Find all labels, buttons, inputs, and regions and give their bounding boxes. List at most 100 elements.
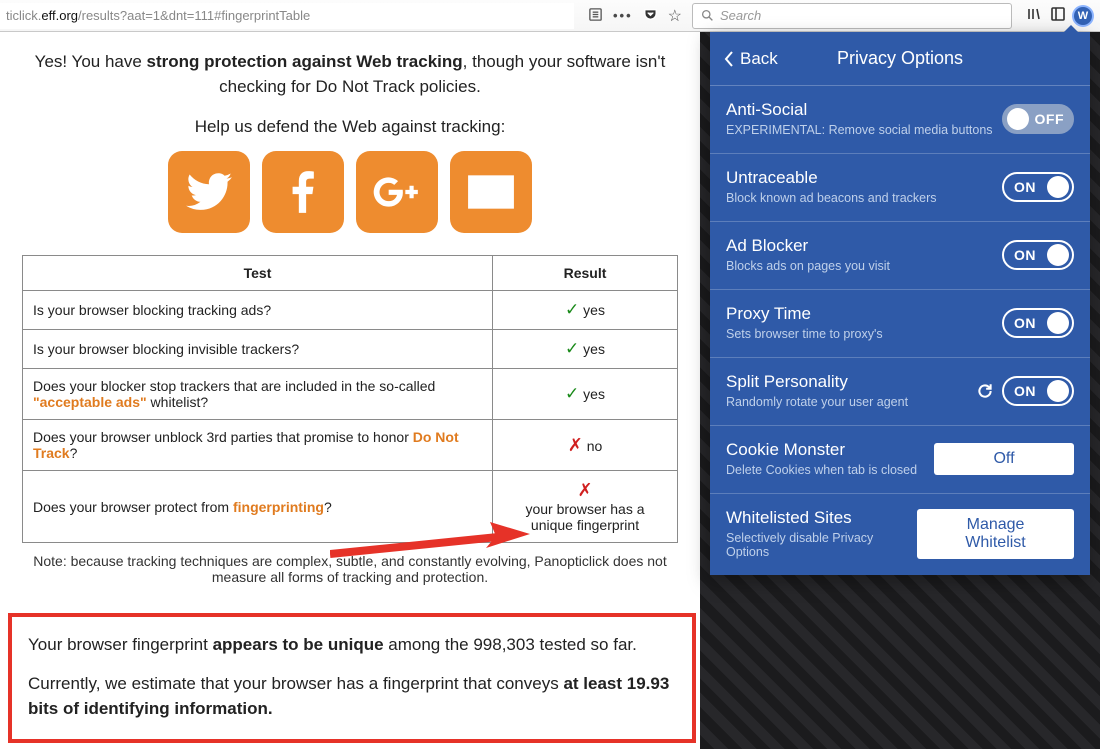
- panel-button[interactable]: Off: [934, 443, 1074, 475]
- result-cell: ✗ your browser has a unique fingerprint: [493, 471, 678, 543]
- result-cell: ✓ yes: [493, 330, 678, 369]
- share-twitter[interactable]: [168, 151, 250, 233]
- result-cell: ✓ yes: [493, 369, 678, 420]
- test-cell: Is your browser blocking invisible track…: [23, 330, 493, 369]
- panel-row-title: Untraceable: [726, 168, 937, 188]
- panel-row-text: Whitelisted Sites Selectively disable Pri…: [726, 508, 917, 559]
- panel-row-text: Untraceable Block known ad beacons and tr…: [726, 168, 937, 205]
- check-icon: ✓: [565, 300, 579, 319]
- panel-back-label: Back: [740, 49, 778, 69]
- toolbar-right: W: [1018, 6, 1100, 25]
- callout-1a: Your browser fingerprint: [28, 635, 213, 654]
- pocket-icon[interactable]: [643, 7, 658, 25]
- page-actions-icon[interactable]: •••: [613, 8, 633, 23]
- bookmark-star-icon[interactable]: ☆: [668, 6, 682, 26]
- results-table: Test Result Is your browser blocking tra…: [22, 255, 678, 543]
- url-bar[interactable]: ticlick.eff.org/results?aat=1&dnt=111#fi…: [0, 3, 574, 29]
- page-content: Yes! You have strong protection against …: [0, 32, 700, 743]
- callout-1b: appears to be unique: [213, 635, 384, 654]
- headline-pre: Yes! You have: [35, 52, 147, 71]
- panel-row-desc: Selectively disable Privacy Options: [726, 531, 917, 559]
- panel-button[interactable]: Manage Whitelist: [917, 509, 1074, 559]
- panel-back-button[interactable]: Back: [724, 32, 778, 85]
- toggle-knob: [1047, 176, 1069, 198]
- panel-header: Back Privacy Options: [710, 32, 1090, 86]
- callout-2a: Currently, we estimate that your browser…: [28, 674, 563, 693]
- results-note: Note: because tracking techniques are co…: [20, 553, 680, 585]
- browser-toolbar: ticlick.eff.org/results?aat=1&dnt=111#fi…: [0, 0, 1100, 32]
- search-icon: [701, 9, 714, 22]
- search-placeholder: Search: [720, 8, 761, 23]
- headline-bold: strong protection against Web tracking: [147, 52, 463, 71]
- panel-row-desc: EXPERIMENTAL: Remove social media button…: [726, 123, 993, 137]
- panel-row: Ad Blocker Blocks ads on pages you visit O…: [710, 222, 1090, 290]
- results-th-result: Result: [493, 256, 678, 291]
- share-googleplus[interactable]: [356, 151, 438, 233]
- toggle[interactable]: ON: [1002, 172, 1074, 202]
- share-row: [0, 151, 700, 233]
- panel-row-text: Proxy TimeSets browser time to proxy's: [726, 304, 883, 341]
- refresh-icon[interactable]: [976, 382, 994, 400]
- help-line: Help us defend the Web against tracking:: [0, 117, 700, 137]
- panel-row: Split Personality Randomly rotate your us…: [710, 358, 1090, 426]
- panel-row-text: Anti-Social EXPERIMENTAL: Remove social m…: [726, 100, 993, 137]
- panel-row-title: Split Personality: [726, 372, 908, 392]
- panel-row-desc: Blocks ads on pages you visit: [726, 259, 890, 273]
- search-bar[interactable]: Search: [692, 3, 1012, 29]
- toggle-knob: [1047, 244, 1069, 266]
- toggle-label: OFF: [1035, 111, 1065, 127]
- panel-row: Untraceable Block known ad beacons and tr…: [710, 154, 1090, 222]
- toggle-wrap: ON: [1002, 240, 1074, 270]
- panel-row-desc: Sets browser time to proxy's: [726, 327, 883, 341]
- inline-link[interactable]: "acceptable ads": [33, 394, 147, 410]
- check-icon: ✓: [565, 384, 579, 403]
- table-row: Is your browser blocking invisible track…: [23, 330, 678, 369]
- toggle[interactable]: ON: [1002, 240, 1074, 270]
- reader-mode-icon[interactable]: [588, 7, 603, 25]
- test-cell: Is your browser blocking tracking ads?: [23, 291, 493, 330]
- panel-row: Cookie MonsterDelete Cookies when tab is…: [710, 426, 1090, 494]
- share-email[interactable]: [450, 151, 532, 233]
- test-cell: Does your browser protect from fingerpri…: [23, 471, 493, 543]
- table-row: Does your browser unblock 3rd parties th…: [23, 420, 678, 471]
- panel-row-text: Split Personality Randomly rotate your us…: [726, 372, 908, 409]
- callout-line-1: Your browser fingerprint appears to be u…: [28, 633, 676, 658]
- table-row: Does your browser protect from fingerpri…: [23, 471, 678, 543]
- panel-row-title: Whitelisted Sites: [726, 508, 917, 528]
- panel-row-text: Ad Blocker Blocks ads on pages you visit: [726, 236, 890, 273]
- table-row: Does your blocker stop trackers that are…: [23, 369, 678, 420]
- fingerprint-callout: Your browser fingerprint appears to be u…: [8, 613, 696, 743]
- privacy-options-panel: Back Privacy Options Anti-Social EXPERIME…: [710, 32, 1090, 575]
- check-icon: ✓: [565, 339, 579, 358]
- result-cell: ✗ no: [493, 420, 678, 471]
- share-facebook[interactable]: [262, 151, 344, 233]
- toggle-knob: [1007, 108, 1029, 130]
- toggle[interactable]: ON: [1002, 376, 1074, 406]
- tracking-headline: Yes! You have strong protection against …: [10, 50, 690, 99]
- panel-title: Privacy Options: [837, 48, 963, 69]
- toggle[interactable]: OFF: [1002, 104, 1074, 134]
- toggle-wrap: ON: [976, 376, 1074, 406]
- toggle-knob: [1047, 312, 1069, 334]
- callout-1c: among the 998,303 tested so far.: [384, 635, 637, 654]
- inline-link[interactable]: Do Not Track: [33, 429, 459, 461]
- privacy-extension-icon[interactable]: W: [1074, 7, 1092, 25]
- panel-row-desc: Delete Cookies when tab is closed: [726, 463, 917, 477]
- result-cell: ✓ yes: [493, 291, 678, 330]
- inline-link[interactable]: fingerprinting: [233, 499, 324, 515]
- url-actions: ••• ☆: [578, 6, 692, 26]
- toggle-wrap: OFF: [1002, 104, 1074, 134]
- table-row: Is your browser blocking tracking ads?✓ …: [23, 291, 678, 330]
- callout-line-2: Currently, we estimate that your browser…: [28, 672, 676, 721]
- cross-icon: ✗: [577, 480, 592, 500]
- toggle-wrap: ON: [1002, 308, 1074, 338]
- panel-row-title: Anti-Social: [726, 100, 993, 120]
- library-icon[interactable]: [1026, 6, 1042, 25]
- panel-row: Anti-Social EXPERIMENTAL: Remove social m…: [710, 86, 1090, 154]
- sidebar-icon[interactable]: [1050, 6, 1066, 25]
- panel-row-title: Ad Blocker: [726, 236, 890, 256]
- panel-row-desc: Block known ad beacons and trackers: [726, 191, 937, 205]
- toggle[interactable]: ON: [1002, 308, 1074, 338]
- toggle-label: ON: [1014, 315, 1036, 331]
- panel-row-desc: Randomly rotate your user agent: [726, 395, 908, 409]
